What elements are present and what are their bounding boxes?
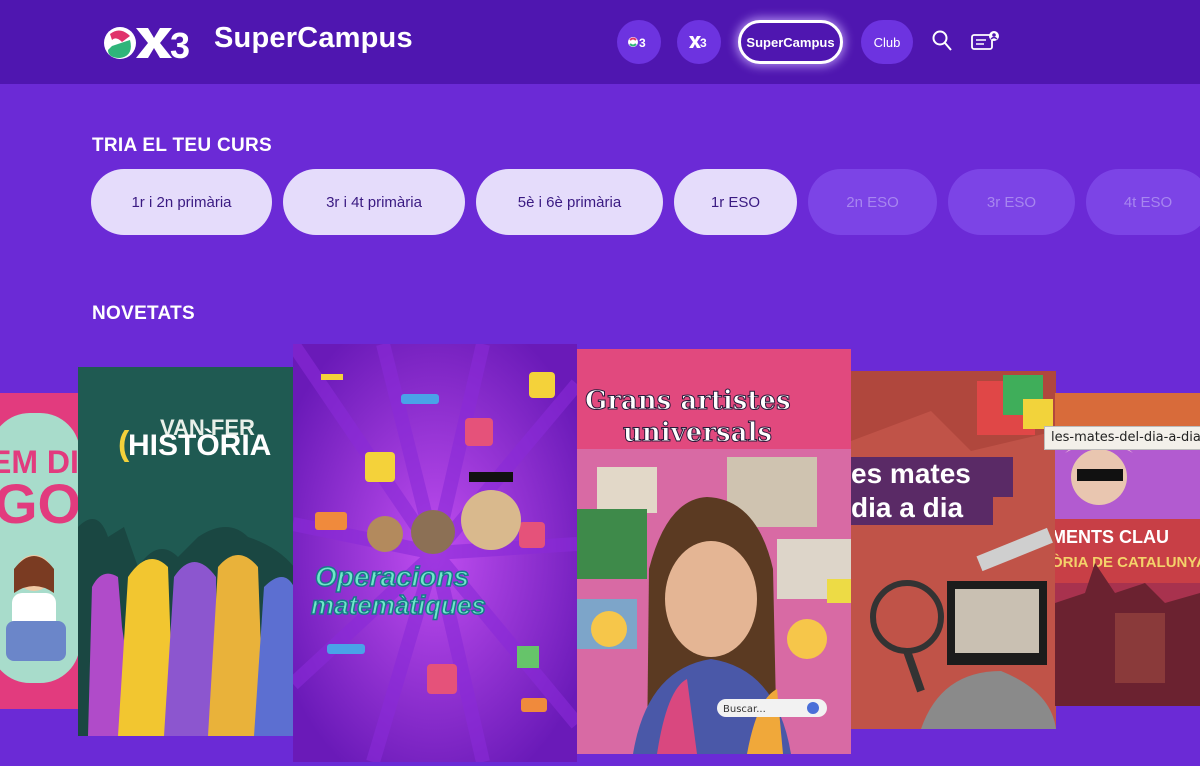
- course-pill-1r-2n-primaria[interactable]: 1r i 2n primària: [91, 169, 272, 235]
- card-tooltip: les-mates-del-dia-a-dia: [1044, 426, 1200, 450]
- card-grans-artistes-universals[interactable]: Grans artistes universals Buscar...: [577, 349, 851, 754]
- brand-title[interactable]: SuperCampus: [214, 22, 413, 55]
- card-4-title-line-1: es mates: [851, 458, 971, 489]
- card-3-title-line-1: Grans artistes: [585, 386, 791, 416]
- profile-ticket-icon[interactable]: [970, 30, 1000, 52]
- sx3-logo-icon: 3: [628, 36, 646, 49]
- sx3-logo[interactable]: 3: [102, 20, 194, 66]
- course-pill-4t-eso[interactable]: 4t ESO: [1086, 169, 1200, 235]
- svg-text:3: 3: [639, 36, 646, 49]
- top-header: 3 SuperCampus 3 3 SuperCampus Club: [0, 0, 1200, 84]
- card-3-title-line-2: universals: [623, 418, 772, 448]
- card-3-search-placeholder: Buscar...: [723, 704, 766, 715]
- x3-logo-icon: 3: [689, 36, 707, 49]
- card-van-fer-historia[interactable]: VAN FER ( HISTÒRIA: [78, 367, 294, 736]
- card-operacions-matematiques[interactable]: Operacions matemàtiques: [293, 344, 577, 762]
- card-0-title-line-2: GO: [0, 472, 80, 535]
- nav-sx3-button[interactable]: 3: [617, 20, 661, 64]
- courses-section-title: TRIA EL TEU CURS: [92, 135, 273, 156]
- card-2-title-line-2: matemàtiques: [311, 590, 486, 620]
- course-pill-2n-eso[interactable]: 2n ESO: [808, 169, 937, 235]
- svg-text:3: 3: [700, 36, 707, 49]
- course-pill-5e-6e-primaria[interactable]: 5è i 6è primària: [476, 169, 663, 235]
- card-2-title-line-1: Operacions: [315, 561, 469, 592]
- nav-supercampus-button[interactable]: SuperCampus: [738, 20, 843, 64]
- search-icon[interactable]: [932, 30, 952, 52]
- card-5-title-line-1: MENTS CLAU: [1055, 527, 1169, 547]
- course-pill-1r-eso[interactable]: 1r ESO: [674, 169, 797, 235]
- course-pill-3r-eso[interactable]: 3r ESO: [948, 169, 1075, 235]
- novetats-section-title: NOVETATS: [92, 303, 196, 324]
- card-em-dic-go[interactable]: EM DIC GO: [0, 393, 80, 709]
- svg-text:3: 3: [170, 25, 190, 66]
- card-1-title-main: HISTÒRIA: [128, 428, 271, 462]
- card-4-title-line-2: dia a dia: [851, 492, 963, 523]
- card-5-title-line-2: ÒRIA DE CATALUNYA: [1055, 553, 1200, 571]
- card-les-mates-del-dia-a-dia[interactable]: es mates dia a dia: [851, 371, 1056, 729]
- nav-club-button[interactable]: Club: [861, 20, 913, 64]
- course-pill-3r-4t-primaria[interactable]: 3r i 4t primària: [283, 169, 465, 235]
- nav-x3-button[interactable]: 3: [677, 20, 721, 64]
